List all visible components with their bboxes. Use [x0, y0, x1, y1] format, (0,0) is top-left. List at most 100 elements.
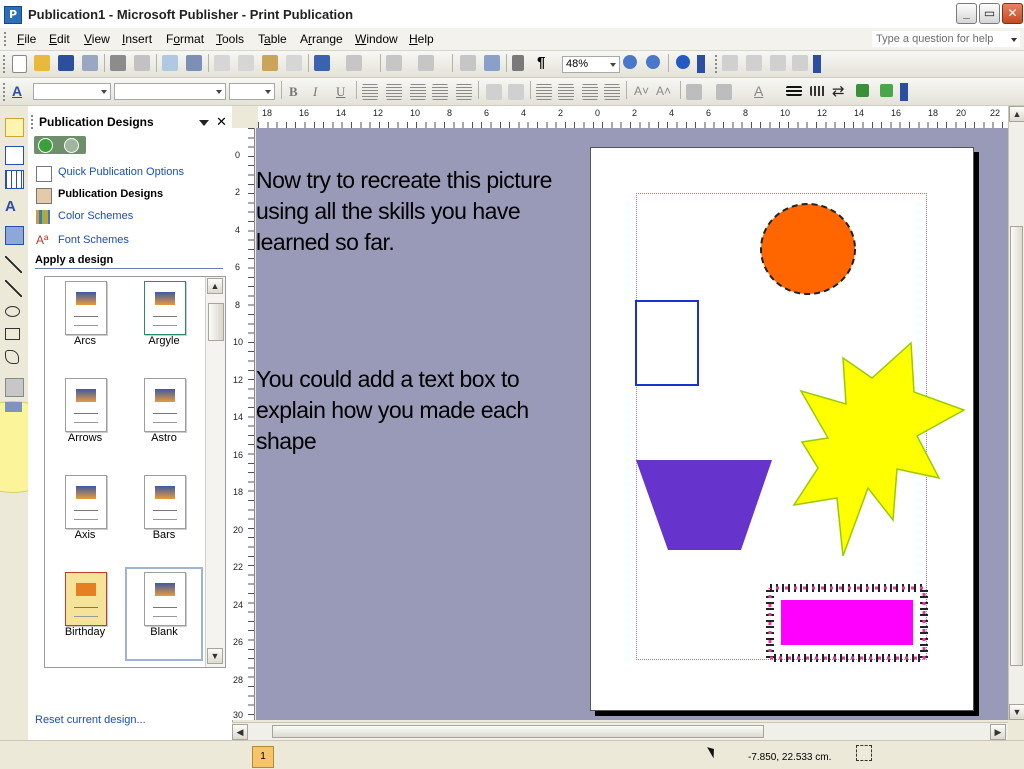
- format-painter-icon[interactable]: [286, 55, 302, 71]
- design-gallery-icon[interactable]: [5, 378, 24, 397]
- gallery-scrollbar[interactable]: ▲ ▼: [205, 277, 225, 667]
- increase-font-icon[interactable]: A˄: [656, 84, 671, 98]
- horizontal-scroll-thumb[interactable]: [272, 725, 764, 738]
- task-pane-menu-icon[interactable]: [199, 120, 209, 126]
- table-tool-icon[interactable]: [5, 170, 24, 189]
- forward-icon[interactable]: [64, 138, 79, 153]
- toolbar-options-icon[interactable]: [900, 83, 908, 101]
- yellow-explosion-shape[interactable]: [792, 341, 966, 557]
- toolbar-grip[interactable]: [3, 83, 8, 101]
- minimize-button[interactable]: _: [956, 3, 977, 24]
- help-dropdown-icon[interactable]: [1011, 38, 1017, 42]
- vertical-scrollbar[interactable]: ▲ ▼: [1008, 106, 1024, 720]
- next-text-box-icon[interactable]: [792, 55, 808, 71]
- picture-frame-icon[interactable]: [5, 226, 24, 245]
- numbering-icon[interactable]: [536, 84, 552, 100]
- zoom-in-icon[interactable]: [646, 55, 660, 69]
- research-icon[interactable]: [186, 55, 202, 71]
- design-thumbnail-arrows[interactable]: [65, 378, 107, 432]
- close-button[interactable]: ✕: [1002, 3, 1023, 24]
- undo-icon[interactable]: [314, 55, 330, 71]
- task-pane-grip[interactable]: [31, 115, 36, 129]
- scroll-right-icon[interactable]: ▶: [990, 724, 1006, 740]
- permissions-icon[interactable]: [82, 55, 98, 71]
- zoom-select[interactable]: 48%: [562, 56, 620, 73]
- menu-insert[interactable]: Insert: [122, 32, 152, 46]
- bold-icon[interactable]: B: [289, 84, 298, 100]
- font-schemes-link[interactable]: Font Schemes: [58, 234, 129, 246]
- help-search-input[interactable]: Type a question for help: [872, 31, 1020, 47]
- restore-button[interactable]: ▭: [979, 3, 1000, 24]
- insert-hyperlink-icon[interactable]: [460, 55, 476, 71]
- wordart-tool-icon[interactable]: A: [5, 198, 22, 215]
- columns-icon[interactable]: [512, 55, 524, 71]
- previous-text-box-icon[interactable]: [770, 55, 786, 71]
- menu-table[interactable]: Table: [258, 32, 287, 46]
- gallery-scroll-thumb[interactable]: [208, 303, 224, 341]
- reset-design-link[interactable]: Reset current design...: [35, 714, 146, 726]
- style-select[interactable]: [33, 83, 111, 100]
- help-icon[interactable]: [676, 55, 690, 69]
- fill-color-icon[interactable]: [686, 84, 702, 100]
- line-spacing-icon[interactable]: [456, 84, 472, 100]
- ltr-icon[interactable]: [486, 84, 502, 100]
- zoom-out-icon[interactable]: [623, 55, 637, 69]
- instruction-text-box-1[interactable]: Now try to recreate this picture using a…: [256, 165, 552, 258]
- print-preview-icon[interactable]: [134, 55, 150, 71]
- vertical-ruler[interactable]: 0 2 4 6 8 10 12 14 16 18 20 22 24 26 28 …: [232, 128, 255, 720]
- menu-arrange[interactable]: Arrange: [300, 32, 343, 46]
- font-color-icon[interactable]: A: [754, 83, 763, 99]
- menu-view[interactable]: View: [84, 32, 110, 46]
- bullets-icon[interactable]: [558, 84, 574, 100]
- design-thumbnail-birthday[interactable]: [65, 572, 107, 626]
- design-thumbnail-bars[interactable]: [144, 475, 186, 529]
- publisher-app-icon[interactable]: P: [4, 6, 22, 24]
- link-text-box-icon[interactable]: [722, 55, 738, 71]
- print-icon[interactable]: [110, 55, 126, 71]
- spelling-icon[interactable]: [162, 55, 178, 71]
- publication-workspace[interactable]: Now try to recreate this picture using a…: [256, 128, 1008, 720]
- menu-window[interactable]: Window: [355, 32, 398, 46]
- design-thumbnail-argyle[interactable]: [144, 281, 186, 335]
- line-tool-icon[interactable]: [5, 256, 22, 273]
- copy-icon[interactable]: [238, 55, 254, 71]
- decrease-indent-icon[interactable]: [582, 84, 598, 100]
- orange-oval-shape[interactable]: [760, 203, 856, 295]
- menu-file[interactable]: File: [17, 32, 36, 46]
- publication-page[interactable]: [590, 147, 974, 711]
- menu-help[interactable]: Help: [409, 32, 434, 46]
- menu-tools[interactable]: Tools: [216, 32, 244, 46]
- toolbar-options-icon[interactable]: [697, 55, 705, 73]
- horizontal-ruler[interactable]: 18 16 14 12 10 8 6 4 2 0 2 4 6 8 10 12 1…: [258, 106, 1008, 129]
- back-icon[interactable]: [38, 138, 53, 153]
- increase-indent-icon[interactable]: [604, 84, 620, 100]
- redo-icon[interactable]: [346, 55, 362, 71]
- font-size-select[interactable]: [229, 83, 275, 100]
- design-thumbnail-astro[interactable]: [144, 378, 186, 432]
- save-icon[interactable]: [58, 55, 74, 71]
- styles-icon[interactable]: A: [12, 83, 22, 99]
- line-color-icon[interactable]: [716, 84, 732, 100]
- magenta-rectangle-shape[interactable]: [781, 600, 913, 645]
- autoshapes-tool-icon[interactable]: [5, 350, 19, 364]
- design-thumbnail-blank[interactable]: [144, 572, 186, 626]
- purple-trapezoid-shape[interactable]: [636, 460, 772, 550]
- scroll-down-icon[interactable]: ▼: [1009, 704, 1024, 720]
- align-center-icon[interactable]: [386, 84, 402, 100]
- toolbar-grip[interactable]: [715, 55, 720, 73]
- gallery-scroll-up-icon[interactable]: ▲: [207, 278, 223, 294]
- select-objects-icon[interactable]: [5, 118, 24, 137]
- zoom-page-icon[interactable]: [484, 55, 500, 71]
- blue-rectangle-shape[interactable]: [635, 300, 699, 386]
- rotate-icon[interactable]: [418, 55, 434, 71]
- underline-icon[interactable]: U: [336, 84, 345, 100]
- decrease-font-icon[interactable]: A˅: [634, 84, 649, 98]
- color-schemes-link[interactable]: Color Schemes: [58, 210, 133, 222]
- ruler-corner[interactable]: [232, 106, 258, 128]
- oval-tool-icon[interactable]: [5, 306, 20, 317]
- font-select[interactable]: [114, 83, 226, 100]
- horizontal-scrollbar[interactable]: ◀ ▶: [232, 722, 1008, 741]
- toolbar-grip[interactable]: [3, 55, 8, 73]
- bring-to-front-icon[interactable]: [386, 55, 402, 71]
- italic-icon[interactable]: I: [313, 84, 317, 100]
